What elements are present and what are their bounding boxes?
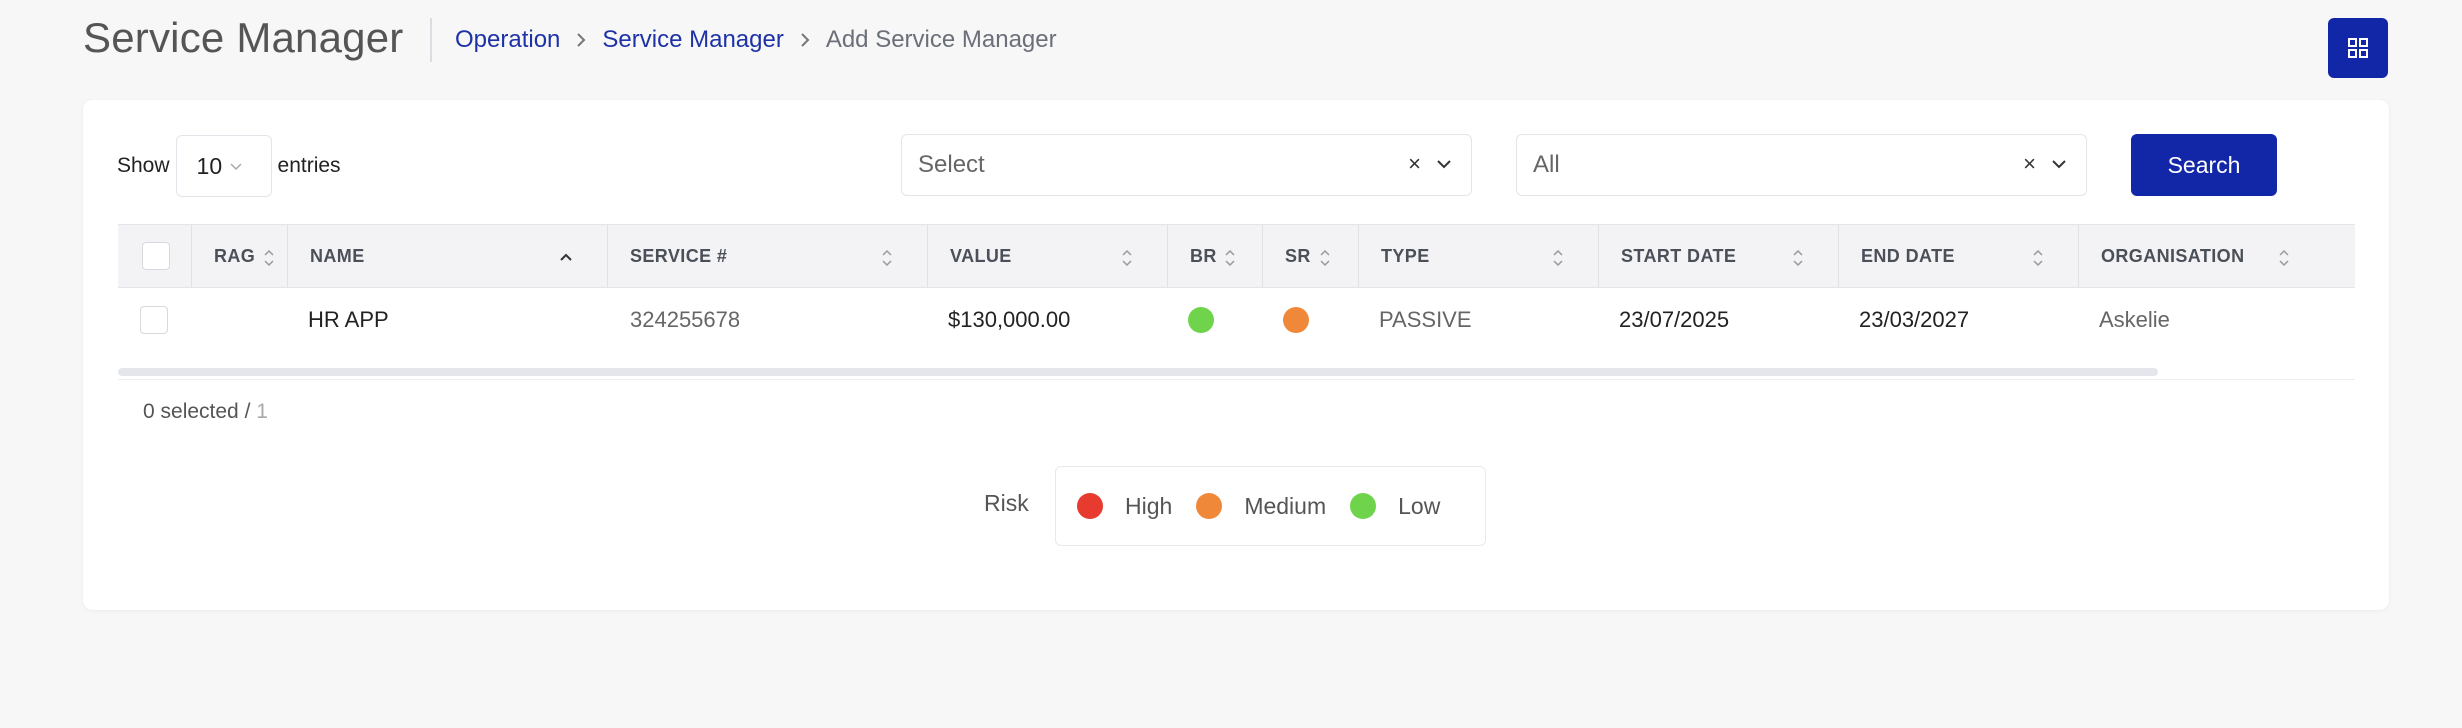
selection-total: 1: [256, 400, 268, 423]
selection-prefix: 0 selected /: [143, 400, 257, 423]
show-label: Show: [117, 154, 170, 177]
col-type[interactable]: TYPE: [1359, 225, 1599, 287]
high-risk-dot: [1077, 493, 1103, 519]
horizontal-scrollbar[interactable]: [118, 368, 2158, 376]
cell-type: PASSIVE: [1379, 307, 1472, 332]
cell-end-date: 23/03/2027: [1859, 307, 1970, 332]
breadcrumb-service-manager[interactable]: Service Manager: [602, 26, 783, 54]
breadcrumb-current: Add Service Manager: [825, 26, 1057, 53]
col-start-date-label: START DATE: [1621, 245, 1737, 266]
col-sr-label: SR: [1285, 245, 1311, 266]
grid-view-button[interactable]: [2328, 18, 2388, 78]
select-all-cell: [118, 225, 192, 287]
chevron-down-icon[interactable]: [1437, 159, 1451, 169]
selection-count: 0 selected / 1: [143, 400, 268, 424]
entries-value: 10: [196, 152, 223, 179]
cell-service-no: 324255678: [630, 307, 741, 332]
sort-icon: [2279, 249, 2289, 267]
col-br-label: BR: [1190, 245, 1217, 266]
sort-icon: [1553, 249, 1563, 267]
table-divider: [118, 379, 2355, 380]
table-row[interactable]: HR APP 324255678 $130,000.00 PASSIVE 23/…: [118, 288, 2355, 352]
sort-icon: [1225, 249, 1235, 267]
search-button[interactable]: Search: [2131, 134, 2277, 196]
col-br[interactable]: BR: [1168, 225, 1263, 287]
grid-icon: [2348, 38, 2368, 58]
sr-status-dot: [1283, 307, 1309, 333]
col-name[interactable]: NAME: [288, 225, 608, 287]
service-list-card: Show 10 entries Select × All × Search RA…: [83, 100, 2389, 610]
risk-label: Risk: [984, 490, 1029, 516]
col-organisation-label: ORGANISATION: [2101, 245, 2245, 266]
sort-icon: [264, 249, 274, 267]
title-divider: [430, 18, 432, 62]
cell-value: $130,000.00: [948, 307, 1071, 332]
col-value-label: VALUE: [950, 245, 1012, 266]
chevron-down-icon[interactable]: [2052, 159, 2066, 169]
sort-icon: [1320, 249, 1330, 267]
low-risk-dot: [1350, 493, 1377, 519]
legend-item-high: High: [1077, 493, 1172, 520]
breadcrumb-operation[interactable]: Operation: [455, 26, 560, 54]
row-select-cell: [118, 288, 192, 352]
status-select[interactable]: All ×: [1516, 134, 2087, 196]
sort-icon: [1793, 249, 1803, 267]
col-sr[interactable]: SR: [1263, 225, 1359, 287]
clear-icon[interactable]: ×: [1408, 151, 1421, 177]
entries-select[interactable]: 10: [175, 135, 272, 197]
col-end-date-label: END DATE: [1861, 245, 1955, 266]
services-table: RAG NAME SERVICE # VALUE BR SR TYPE STAR…: [118, 224, 2355, 352]
col-rag[interactable]: RAG: [192, 225, 288, 287]
breadcrumb: Operation Service Manager Add Service Ma…: [455, 26, 1057, 54]
col-value[interactable]: VALUE: [928, 225, 1168, 287]
entries-control: Show 10 entries: [117, 135, 341, 197]
col-type-label: TYPE: [1381, 245, 1430, 266]
sort-ascending-icon: [560, 253, 572, 261]
status-select-value: All: [1533, 151, 1560, 178]
cell-start-date: 23/07/2025: [1619, 307, 1730, 332]
cell-organisation: Askelie: [2099, 307, 2170, 332]
chevron-right-icon: [800, 32, 810, 48]
sort-icon: [2033, 249, 2043, 267]
sort-icon: [1122, 249, 1132, 267]
col-service-no[interactable]: SERVICE #: [608, 225, 928, 287]
filter-select-value: Select: [918, 151, 985, 178]
col-name-label: NAME: [310, 245, 365, 266]
legend-medium-label: Medium: [1244, 492, 1327, 519]
col-end-date[interactable]: END DATE: [1839, 225, 2079, 287]
row-checkbox[interactable]: [140, 306, 168, 334]
legend-high-label: High: [1125, 492, 1173, 519]
col-organisation[interactable]: ORGANISATION: [2079, 225, 2355, 287]
sort-icon: [882, 249, 892, 267]
risk-legend: High Medium Low: [1055, 466, 1486, 546]
legend-item-medium: Medium: [1196, 493, 1326, 520]
table-header: RAG NAME SERVICE # VALUE BR SR TYPE STAR…: [118, 224, 2355, 288]
cell-br: [1168, 288, 1263, 352]
cell-name: HR APP: [308, 307, 389, 332]
cell-sr: [1263, 288, 1359, 352]
col-start-date[interactable]: START DATE: [1599, 225, 1839, 287]
chevron-down-icon: [230, 158, 242, 174]
clear-icon[interactable]: ×: [2023, 151, 2036, 177]
filter-select[interactable]: Select ×: [901, 134, 1472, 196]
legend-item-low: Low: [1350, 493, 1440, 520]
br-status-dot: [1188, 307, 1214, 333]
col-service-no-label: SERVICE #: [630, 245, 728, 266]
legend-low-label: Low: [1398, 492, 1441, 519]
page-title: Service Manager: [83, 14, 404, 61]
col-rag-label: RAG: [214, 245, 256, 266]
cell-rag: [192, 288, 288, 352]
entries-label: entries: [277, 154, 341, 177]
chevron-right-icon: [576, 32, 586, 48]
select-all-checkbox[interactable]: [142, 242, 170, 270]
medium-risk-dot: [1196, 493, 1223, 519]
